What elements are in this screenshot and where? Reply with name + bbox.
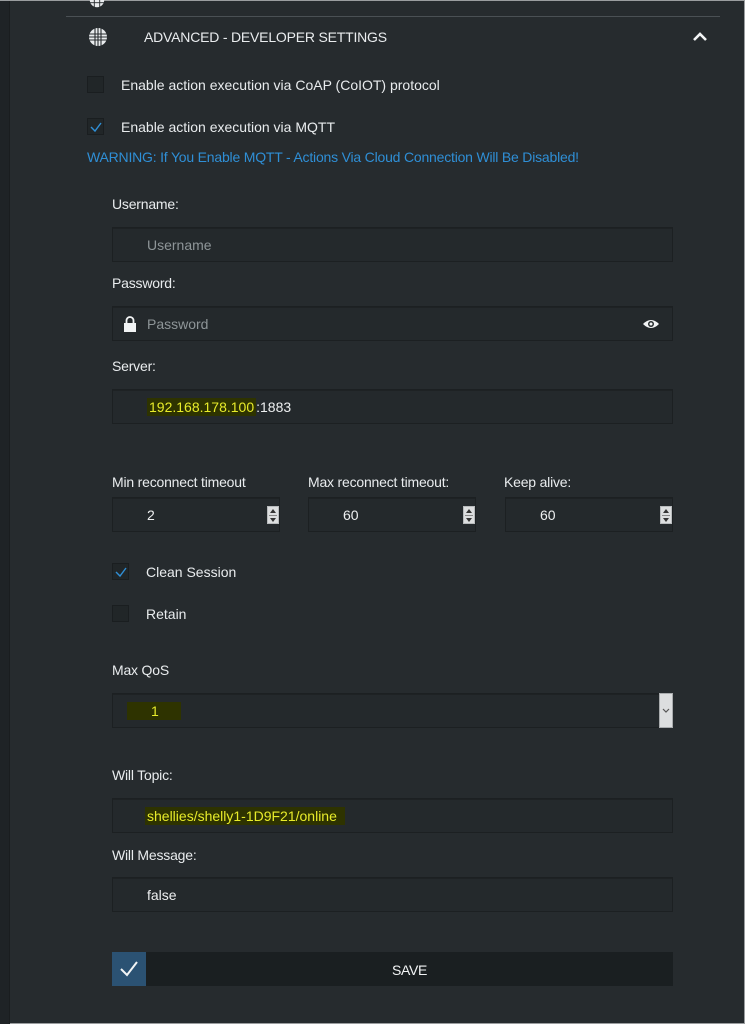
sidebar-edge <box>0 1 10 1024</box>
server-host: 192.168.178.100 <box>147 398 257 416</box>
section-divider <box>66 16 720 17</box>
mqtt-label: Enable action execution via MQTT <box>121 118 335 135</box>
will-message-input[interactable]: false <box>112 877 673 912</box>
max-reconnect-value: 60 <box>343 507 359 523</box>
keep-alive-value: 60 <box>540 507 556 523</box>
password-input[interactable]: Password <box>112 306 673 341</box>
mqtt-checkbox[interactable] <box>87 118 104 135</box>
keep-alive-input[interactable]: 60 <box>505 497 673 532</box>
min-reconnect-stepper[interactable] <box>267 506 279 524</box>
section-title: ADVANCED - DEVELOPER SETTINGS <box>144 29 387 45</box>
checkmark-icon <box>120 961 138 977</box>
coap-label: Enable action execution via CoAP (CoIOT)… <box>121 76 440 93</box>
max-qos-value: 1 <box>127 702 181 720</box>
will-topic-text: shellies/shelly1-1D9F21/online <box>145 807 345 825</box>
mqtt-option[interactable]: Enable action execution via MQTT <box>87 118 335 135</box>
save-check-box <box>112 952 146 986</box>
coap-option[interactable]: Enable action execution via CoAP (CoIOT)… <box>87 76 440 93</box>
server-port: :1883 <box>256 399 292 415</box>
will-topic-value: shellies/shelly1-1D9F21/online <box>145 807 345 825</box>
checkmark-icon <box>90 122 102 133</box>
save-label: SAVE <box>391 962 428 978</box>
retain-option[interactable]: Retain <box>112 605 186 622</box>
save-button[interactable]: SAVE <box>112 952 673 986</box>
password-label: Password: <box>112 275 176 291</box>
chevron-down-icon <box>662 708 670 713</box>
clean-session-label: Clean Session <box>146 563 237 580</box>
will-message-label: Will Message: <box>112 847 197 863</box>
username-input[interactable]: Username <box>112 227 673 262</box>
globe-icon <box>89 0 105 8</box>
clean-session-checkbox[interactable] <box>112 563 129 580</box>
keep-alive-stepper[interactable] <box>660 506 672 524</box>
retain-label: Retain <box>146 605 187 622</box>
password-placeholder: Password <box>147 316 209 332</box>
mqtt-warning: WARNING: If You Enable MQTT - Actions Vi… <box>87 149 579 165</box>
max-reconnect-stepper[interactable] <box>463 506 475 524</box>
section-header-advanced[interactable]: ADVANCED - DEVELOPER SETTINGS <box>66 19 720 55</box>
keep-alive-label: Keep alive: <box>504 474 572 490</box>
lock-icon <box>124 316 136 332</box>
max-qos-label: Max QoS <box>112 662 169 678</box>
min-reconnect-input[interactable]: 2 <box>112 497 280 532</box>
max-qos-select[interactable]: 1 <box>112 693 673 728</box>
retain-checkbox[interactable] <box>112 605 129 622</box>
globe-icon <box>89 28 107 46</box>
server-value: 192.168.178.100:1883 <box>147 398 292 416</box>
server-label: Server: <box>112 358 156 374</box>
username-label: Username: <box>112 196 179 212</box>
coap-checkbox[interactable] <box>87 76 104 93</box>
min-reconnect-label: Min reconnect timeout <box>112 474 246 490</box>
server-input[interactable]: 192.168.178.100:1883 <box>112 389 673 424</box>
will-topic-input[interactable]: shellies/shelly1-1D9F21/online <box>112 798 673 833</box>
checkmark-icon <box>115 567 127 578</box>
eye-icon[interactable] <box>642 318 660 330</box>
max-qos-dropdown-button[interactable] <box>659 693 673 728</box>
max-reconnect-input[interactable]: 60 <box>308 497 476 532</box>
will-topic-label: Will Topic: <box>112 767 173 783</box>
max-reconnect-label: Max reconnect timeout: <box>308 474 450 490</box>
chevron-up-icon[interactable] <box>692 29 708 43</box>
will-message-value: false <box>147 887 177 903</box>
settings-panel: ADVANCED - DEVELOPER SETTINGS Enable act… <box>0 0 745 1024</box>
min-reconnect-value: 2 <box>147 507 155 523</box>
username-placeholder: Username <box>147 237 212 253</box>
max-qos-selected: 1 <box>127 702 181 720</box>
clean-session-option[interactable]: Clean Session <box>112 563 236 580</box>
